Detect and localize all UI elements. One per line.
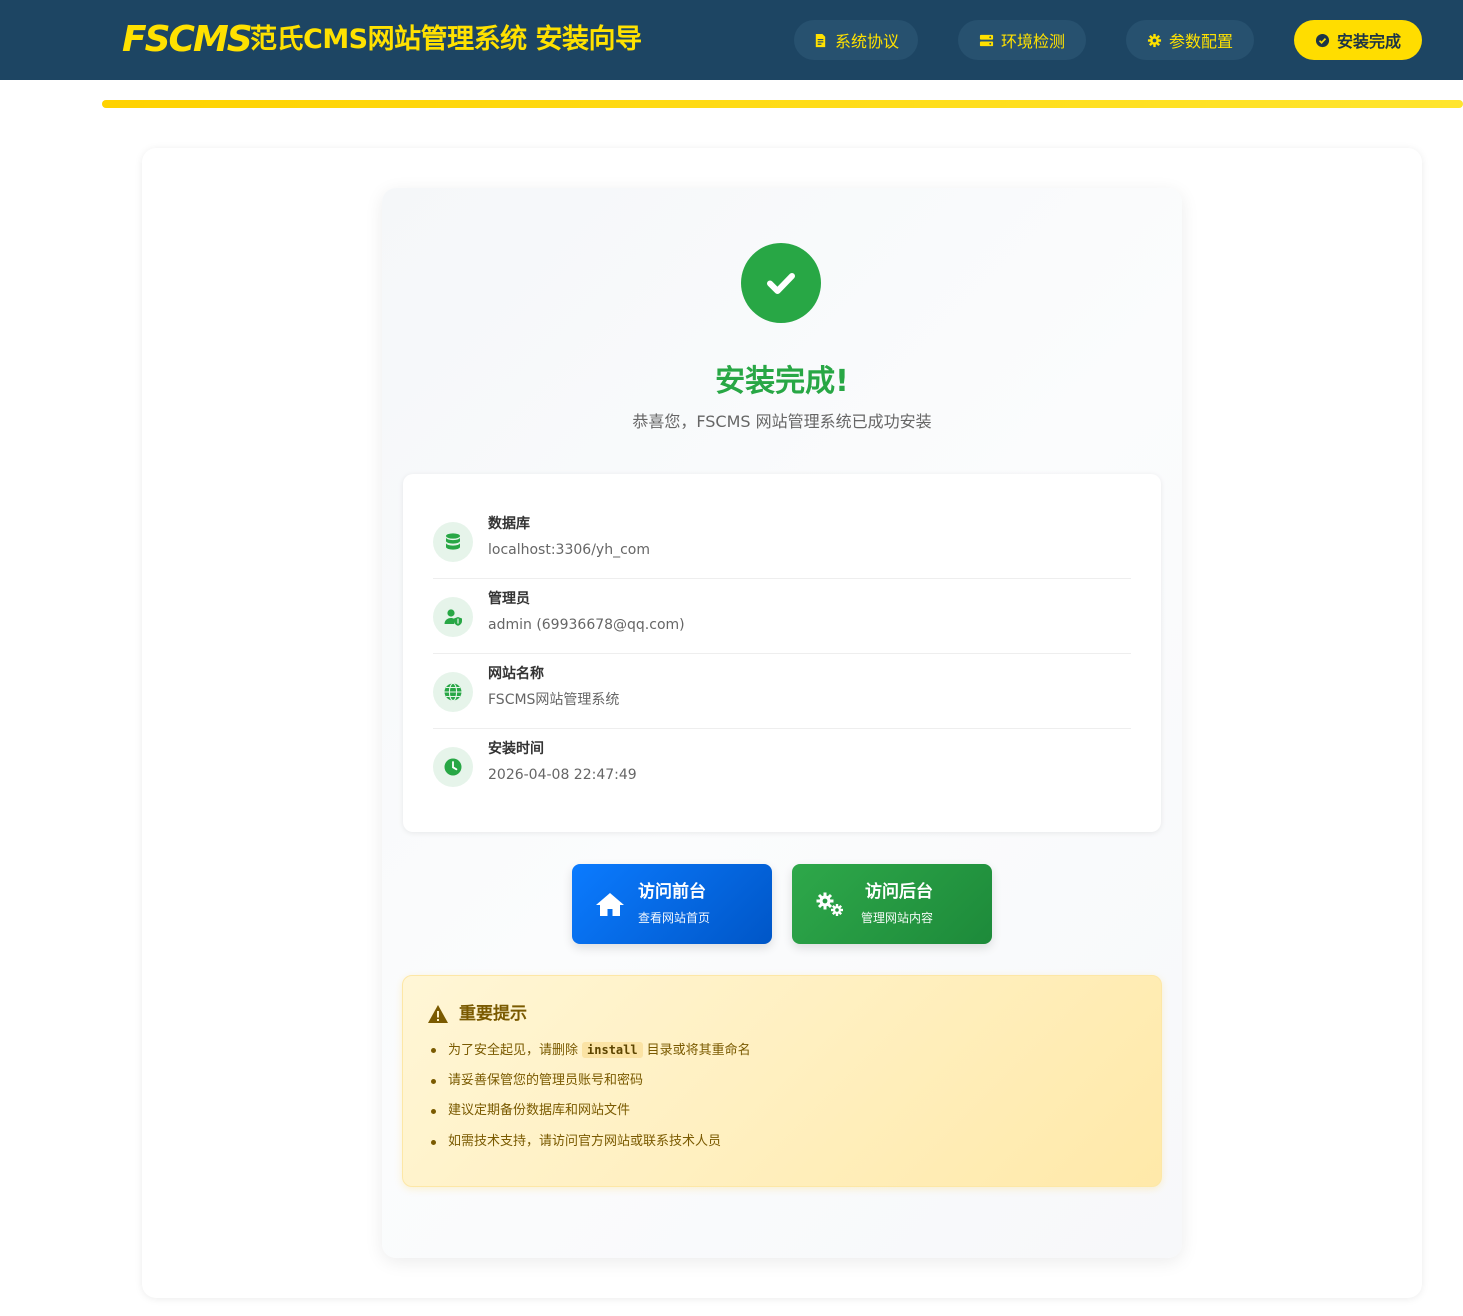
button-subtitle: 查看网站首页	[638, 911, 711, 925]
button-title: 访问前台	[638, 882, 706, 902]
notice-title-text: 重要提示	[459, 1004, 527, 1024]
install-dir-code: install	[582, 1042, 643, 1058]
notice-item: 请妥善保管您的管理员账号和密码	[431, 1071, 751, 1102]
file-contract-icon	[815, 33, 826, 47]
step-label: 参数配置	[1168, 32, 1233, 51]
info-row-database: 数据库 localhost:3306/yh_com	[433, 504, 1131, 579]
step-label: 安装完成	[1336, 32, 1401, 51]
globe-icon	[433, 672, 473, 712]
notice-title: 重要提示	[427, 1002, 527, 1026]
visit-backend-button[interactable]: 访问后台 管理网站内容	[792, 864, 992, 944]
step-label: 环境检测	[1000, 32, 1065, 51]
home-icon	[596, 893, 624, 916]
info-value: 2026-04-08 22:47:49	[488, 767, 637, 783]
header-bar: FSCMS 范氏CMS网站管理系统 安装向导 系统协议 环境检测 参数配置 安装…	[0, 0, 1463, 80]
button-title: 访问后台	[865, 882, 933, 902]
info-row-install-time: 安装时间 2026-04-08 22:47:49	[433, 729, 1131, 804]
progress-fill	[102, 100, 1463, 108]
info-row-admin: 管理员 admin (69936678@qq.com)	[433, 579, 1131, 654]
clock-icon	[433, 747, 473, 787]
success-title: 安装完成!	[715, 364, 849, 399]
info-row-site-name: 网站名称 FSCMS网站管理系统	[433, 654, 1131, 729]
step-label: 系统协议	[834, 32, 899, 51]
step-system-agreement[interactable]: 系统协议	[794, 20, 918, 60]
button-subtitle: 管理网站内容	[861, 911, 934, 925]
success-check-icon	[741, 243, 821, 323]
step-env-check[interactable]: 环境检测	[958, 20, 1086, 60]
info-value: admin (69936678@qq.com)	[488, 617, 685, 633]
gears-icon	[816, 892, 843, 916]
notice-list: 为了安全起见，请删除 install 目录或将其重命名 请妥善保管您的管理员账号和密…	[431, 1040, 751, 1162]
fscms-logo[interactable]: FSCMS	[122, 18, 253, 62]
server-icon	[979, 34, 994, 46]
visit-frontend-button[interactable]: 访问前台 查看网站首页	[572, 864, 772, 944]
success-subtitle: 恭喜您，FSCMS 网站管理系统已成功安装	[632, 412, 932, 431]
warning-icon	[428, 1005, 448, 1023]
database-icon	[433, 522, 473, 562]
step-parameter-config[interactable]: 参数配置	[1126, 20, 1254, 60]
user-shield-icon	[433, 597, 473, 637]
notice-item: 建议定期备份数据库和网站文件	[431, 1101, 751, 1132]
gear-icon	[1147, 33, 1162, 47]
check-circle-icon	[1315, 33, 1330, 47]
info-label: 数据库	[488, 516, 530, 532]
important-notice: 重要提示 为了安全起见，请删除 install 目录或将其重命名 请妥善保管您的管理…	[402, 975, 1162, 1187]
notice-item: 为了安全起见，请删除 install 目录或将其重命名	[431, 1040, 751, 1071]
step-install-complete[interactable]: 安装完成	[1294, 20, 1422, 60]
install-progress-bar	[102, 100, 1463, 108]
info-value: FSCMS网站管理系统	[488, 692, 620, 708]
page-title: 范氏CMS网站管理系统 安装向导	[250, 24, 642, 55]
info-label: 管理员	[488, 591, 530, 607]
info-label: 安装时间	[488, 741, 544, 757]
info-label: 网站名称	[488, 666, 544, 682]
info-value: localhost:3306/yh_com	[488, 542, 650, 558]
notice-item: 如需技术支持，请访问官方网站或联系技术人员	[431, 1132, 751, 1163]
